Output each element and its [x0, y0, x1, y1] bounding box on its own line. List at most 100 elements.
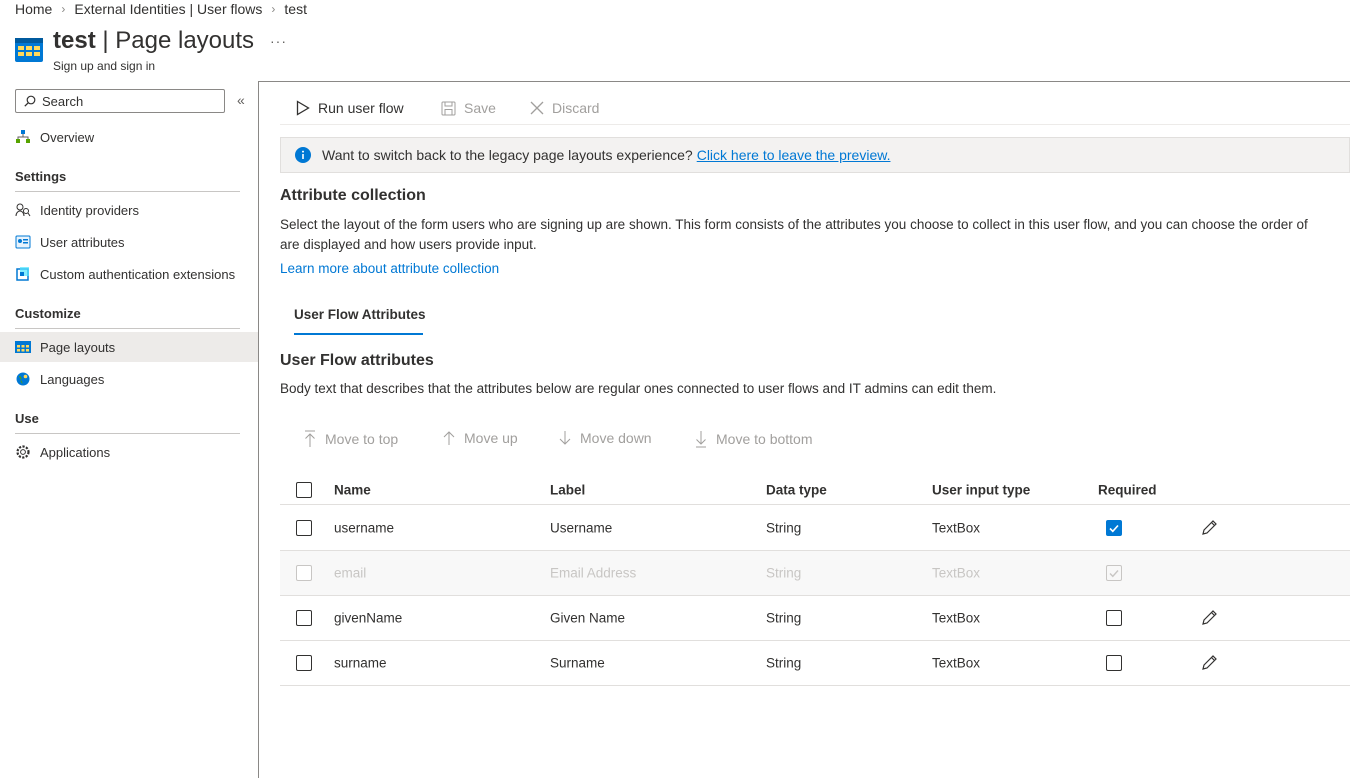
sidebar-item-identity-providers[interactable]: Identity providers [0, 195, 259, 225]
section-use: Use [15, 411, 39, 426]
move-down-button[interactable]: Move down [558, 430, 652, 446]
checkmark-icon [1109, 524, 1119, 533]
content-border [258, 81, 259, 778]
table-row[interactable]: surname Surname String TextBox [280, 641, 1350, 686]
required-checkbox[interactable] [1106, 655, 1122, 671]
attribute-input-type: TextBox [932, 610, 981, 626]
attribute-label: Given Name [550, 610, 626, 626]
required-checkbox [1106, 565, 1122, 581]
pencil-icon[interactable] [1200, 519, 1218, 537]
column-header-user-input-type[interactable]: User input type [932, 482, 1030, 497]
page-title: test | Page layouts [53, 27, 255, 54]
section-settings: Settings [15, 169, 67, 184]
save-button[interactable]: Save [441, 99, 496, 117]
attribute-data-type: String [766, 520, 802, 536]
row-select-checkbox[interactable] [296, 520, 312, 536]
tab-user-flow-attributes[interactable]: User Flow Attributes [294, 307, 426, 322]
page-subtitle: Sign up and sign in [53, 59, 156, 73]
divider [15, 328, 240, 329]
attribute-collection-description: Select the layout of the form users who … [280, 217, 1308, 232]
attribute-data-type: String [766, 655, 802, 671]
info-icon [295, 147, 311, 163]
sidebar-item-user-attributes[interactable]: User attributes [0, 227, 259, 257]
tab-selected-indicator [294, 333, 423, 335]
arrow-down-icon [558, 430, 572, 446]
column-header-data-type[interactable]: Data type [766, 482, 827, 497]
collapse-sidebar-button[interactable]: « [237, 92, 245, 108]
move-up-button[interactable]: Move up [442, 430, 518, 446]
attribute-input-type: TextBox [932, 565, 981, 581]
sidebar-item-overview[interactable]: Overview [0, 122, 259, 152]
sidebar-item-custom-authentication-extensions[interactable]: Custom authentication extensions [0, 259, 259, 289]
divider [280, 124, 1350, 125]
save-icon [441, 101, 456, 116]
attribute-name: surname [334, 655, 387, 671]
sidebar-item-page-layouts[interactable]: Page layouts [0, 332, 259, 362]
attribute-label: Email Address [550, 565, 637, 581]
more-options-button[interactable]: ··· [270, 33, 287, 49]
attribute-collection-heading: Attribute collection [280, 187, 426, 204]
learn-more-link[interactable]: Learn more about attribute collection [280, 261, 499, 276]
table-row[interactable]: username Username String TextBox [280, 506, 1350, 551]
chevron-right-icon: › [271, 2, 276, 16]
overview-icon [15, 129, 31, 145]
move-to-bottom-button[interactable]: Move to bottom [694, 430, 813, 448]
attribute-name: givenName [334, 610, 403, 626]
arrow-up-to-top-icon [303, 430, 317, 448]
row-select-checkbox[interactable] [296, 655, 312, 671]
info-banner: Want to switch back to the legacy page l… [280, 137, 1350, 173]
identity-providers-icon [15, 202, 31, 218]
user-attributes-icon [15, 234, 31, 250]
extensions-icon [15, 266, 31, 282]
breadcrumb: Home › External Identities | User flows … [15, 0, 307, 18]
column-header-required[interactable]: Required [1098, 482, 1157, 497]
info-text: Want to switch back to the legacy page l… [322, 147, 693, 163]
chevron-right-icon: › [61, 2, 66, 16]
attribute-collection-description-line2: are displayed and how users provide inpu… [280, 237, 537, 252]
page-layouts-icon [15, 38, 43, 62]
run-user-flow-button[interactable]: Run user flow [296, 99, 404, 117]
leave-preview-link[interactable]: Click here to leave the preview. [697, 147, 891, 163]
required-checkbox[interactable] [1106, 610, 1122, 626]
table-row: email Email Address String TextBox [280, 551, 1350, 596]
attribute-name: email [334, 565, 367, 581]
breadcrumb-home[interactable]: Home [15, 1, 52, 17]
attribute-data-type: String [766, 565, 802, 581]
close-icon [530, 101, 544, 115]
sidebar-item-applications[interactable]: Applications [0, 437, 259, 467]
row-select-checkbox [296, 565, 312, 581]
pencil-icon[interactable] [1200, 654, 1218, 672]
search-icon [24, 95, 36, 107]
search-input[interactable] [36, 93, 206, 109]
page-layouts-icon [15, 339, 31, 355]
arrow-down-to-bottom-icon [694, 430, 708, 448]
play-icon [296, 100, 310, 116]
pencil-icon[interactable] [1200, 609, 1218, 627]
attribute-label: Surname [550, 655, 605, 671]
discard-button[interactable]: Discard [530, 99, 599, 117]
move-to-top-button[interactable]: Move to top [303, 430, 398, 448]
column-header-name[interactable]: Name [334, 482, 371, 497]
attribute-label: Username [550, 520, 613, 536]
checkmark-icon [1109, 570, 1119, 578]
user-flow-attributes-heading: User Flow attributes [280, 352, 434, 369]
attribute-input-type: TextBox [932, 520, 981, 536]
required-checkbox[interactable] [1106, 520, 1122, 536]
breadcrumb-current[interactable]: test [284, 1, 307, 17]
sidebar-search[interactable] [15, 89, 225, 113]
grid-header: Name Label Data type User input type Req… [280, 475, 1350, 505]
table-row[interactable]: givenName Given Name String TextBox [280, 596, 1350, 641]
column-header-label[interactable]: Label [550, 482, 585, 497]
attribute-name: username [334, 520, 395, 536]
globe-icon [15, 371, 31, 387]
sidebar-item-languages[interactable]: Languages [0, 364, 259, 394]
section-customize: Customize [15, 306, 81, 321]
gear-icon [15, 444, 31, 460]
row-select-checkbox[interactable] [296, 610, 312, 626]
arrow-up-icon [442, 430, 456, 446]
breadcrumb-user-flows[interactable]: External Identities | User flows [74, 1, 262, 17]
content-border [258, 81, 1350, 82]
divider [15, 433, 240, 434]
attribute-input-type: TextBox [932, 655, 981, 671]
select-all-checkbox[interactable] [296, 481, 312, 498]
